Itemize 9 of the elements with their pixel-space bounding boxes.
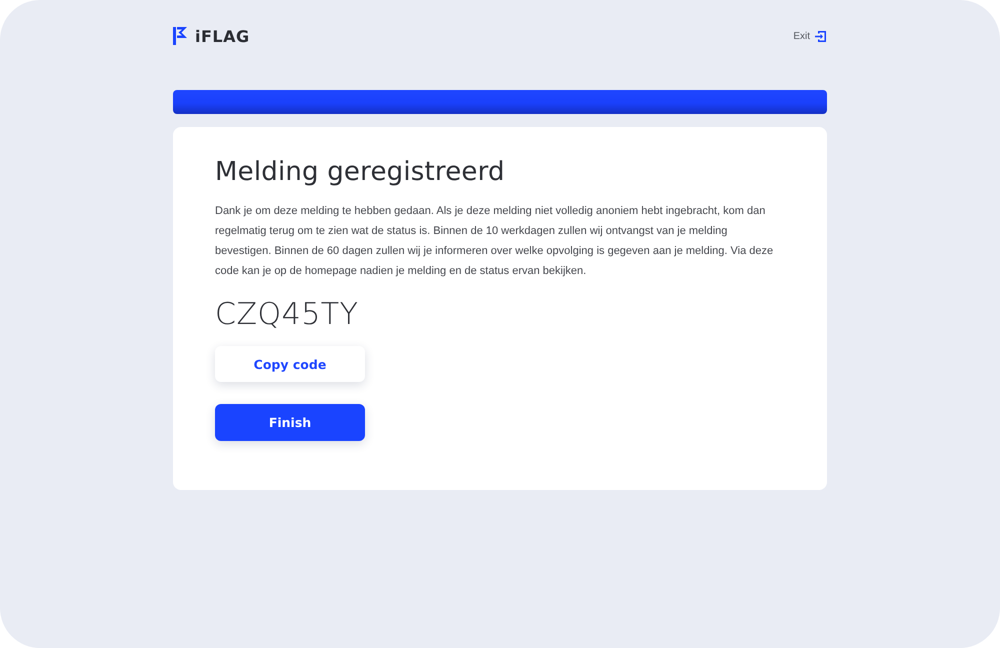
finish-button[interactable]: Finish (215, 404, 365, 441)
logo-text: iFLAG (195, 26, 250, 46)
page-title: Melding geregistreerd (215, 157, 506, 187)
exit-icon (814, 30, 827, 42)
copy-code-button[interactable]: Copy code (215, 346, 365, 382)
exit-link[interactable]: Exit (793, 30, 827, 42)
report-code: CZQ45TY (215, 297, 360, 332)
confirmation-message: Dank je om deze melding te hebben gedaan. Als je deze melding niet volledig anoniem hebt ingebracht, kom dan regelmatig terug om te zien wat de status is. Binnen de 10 werkdagen zullen wij ontvangst van je melding bevestigen. Binnen de 60 dagen zullen wij je informeren over welke opvolging is gegeven aan je melding. Via deze code kan je op de homepage nadien je melding en de status ervan bekijken. (215, 204, 774, 279)
logo-flag-icon (173, 27, 187, 45)
